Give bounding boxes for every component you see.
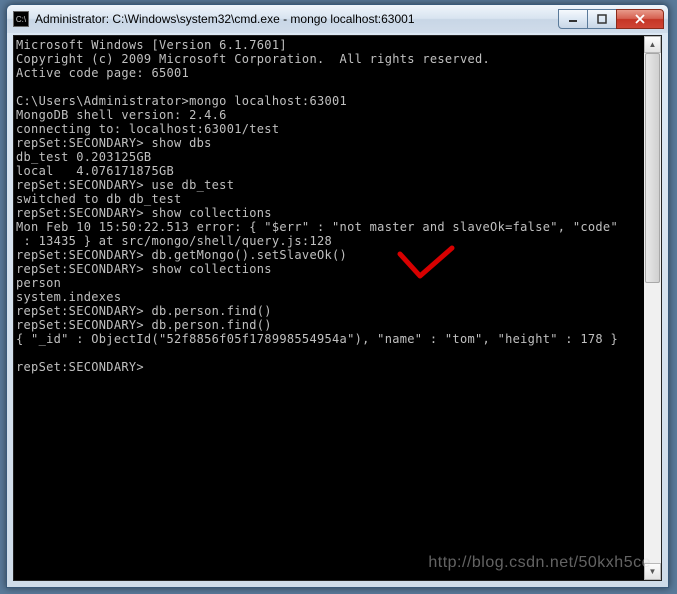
- cmd-window: C:\ Administrator: C:\Windows\system32\c…: [6, 4, 669, 588]
- maximize-button[interactable]: [587, 9, 617, 29]
- cmd-icon: C:\: [13, 11, 29, 27]
- titlebar[interactable]: C:\ Administrator: C:\Windows\system32\c…: [7, 5, 668, 33]
- scroll-up-button[interactable]: ▲: [644, 36, 661, 53]
- terminal-output[interactable]: Microsoft Windows [Version 6.1.7601] Cop…: [14, 36, 661, 376]
- minimize-button[interactable]: [558, 9, 588, 29]
- terminal-client: Microsoft Windows [Version 6.1.7601] Cop…: [13, 35, 662, 581]
- minimize-icon: [568, 14, 578, 24]
- close-button[interactable]: [616, 9, 664, 29]
- close-icon: [634, 13, 646, 25]
- scroll-track[interactable]: [644, 53, 661, 563]
- maximize-icon: [597, 14, 607, 24]
- watermark-text: http://blog.csdn.net/50kxh5ce: [428, 554, 651, 572]
- window-title: Administrator: C:\Windows\system32\cmd.e…: [35, 12, 559, 26]
- window-buttons: [559, 9, 664, 29]
- scroll-thumb[interactable]: [645, 53, 660, 283]
- scrollbar: ▲ ▼: [644, 36, 661, 580]
